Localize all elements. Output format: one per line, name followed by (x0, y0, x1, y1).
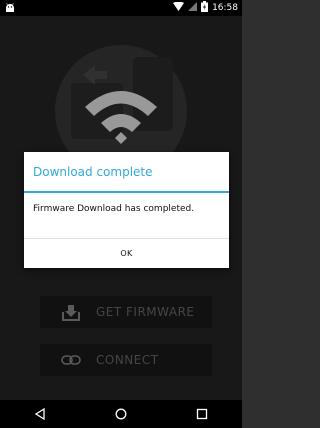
download-icon (60, 301, 82, 323)
get-firmware-label: GET FIRMWARE (96, 305, 195, 319)
link-icon (60, 349, 82, 371)
navigation-bar (0, 400, 242, 428)
signal-icon (188, 2, 198, 14)
dialog-title: Download complete (33, 165, 153, 179)
wifi-icon (173, 1, 185, 14)
status-time: 16:58 (212, 3, 238, 13)
download-complete-dialog: Download complete Firmware Download has … (24, 152, 229, 268)
ok-button[interactable]: OK (24, 239, 229, 268)
back-icon[interactable] (25, 404, 55, 424)
status-bar: 16:58 (0, 0, 242, 16)
recents-icon[interactable] (187, 404, 217, 424)
battery-icon (201, 1, 209, 15)
get-firmware-button[interactable]: GET FIRMWARE (40, 296, 212, 328)
connect-button[interactable]: CONNECT (40, 344, 212, 376)
dialog-message: Firmware Download has completed. (33, 204, 195, 214)
dialog-title-divider (24, 191, 229, 193)
android-icon (5, 3, 15, 13)
home-icon[interactable] (106, 404, 136, 424)
connect-label: CONNECT (96, 353, 159, 367)
